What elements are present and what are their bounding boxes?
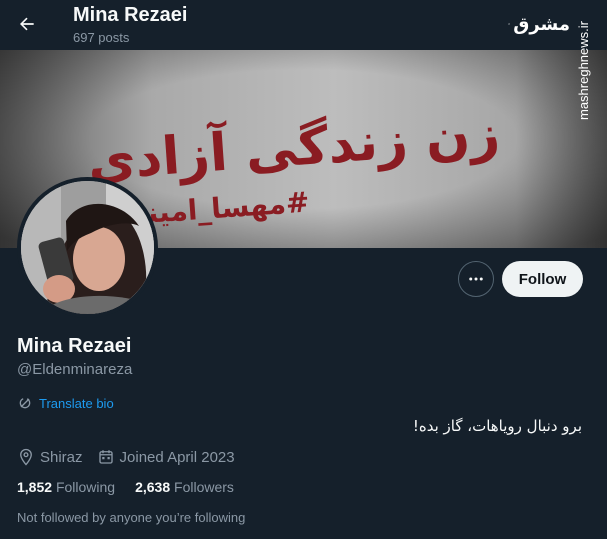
joined-text: Joined April 2023 (119, 448, 235, 466)
logo-emblem-icon (508, 23, 510, 25)
following-count: 1,852 (17, 479, 53, 495)
arrow-left-icon (20, 17, 34, 31)
following-label: Following (55, 479, 116, 495)
more-options-button[interactable] (458, 261, 494, 297)
follow-button[interactable]: Follow (502, 261, 583, 297)
following-link[interactable]: 1,852 Following (17, 479, 115, 495)
watermark-site: mashreghnews.ir (572, 8, 594, 126)
calendar-icon (98, 450, 113, 464)
watermark-logo: مشرق (508, 10, 570, 38)
profile-bio: برو دنبال رویاهات، گاز بده! (412, 417, 582, 435)
translate-bio-label: Translate bio (39, 395, 114, 411)
followers-count: 2,638 (135, 479, 171, 495)
user-handle: @Eldenminareza (17, 361, 133, 378)
post-count: 697 posts (73, 30, 130, 45)
header-name: Mina Rezaei (73, 4, 188, 26)
location-item: Shiraz (17, 448, 83, 466)
display-name: Mina Rezaei (17, 335, 132, 357)
profile-avatar[interactable] (17, 177, 158, 318)
watermark-site-text: mashreghnews.ir (576, 20, 591, 120)
mutual-followers-note: Not followed by anyone you’re following (17, 510, 246, 525)
translate-bio-link[interactable]: Translate bio (17, 395, 114, 411)
follow-stats: 1,852 Following 2,638 Followers (17, 479, 254, 495)
location-text: Shiraz (40, 448, 83, 466)
translate-icon (19, 397, 31, 409)
more-horizontal-icon (469, 277, 483, 281)
followers-label: Followers (174, 479, 234, 495)
profile-meta: Shiraz Joined April 2023 (17, 448, 249, 466)
location-pin-icon (20, 448, 32, 466)
followers-link[interactable]: 2,638 Followers (135, 479, 234, 495)
back-button[interactable] (12, 9, 42, 39)
joined-item: Joined April 2023 (97, 448, 235, 466)
watermark-logo-text: مشرق (513, 13, 570, 35)
